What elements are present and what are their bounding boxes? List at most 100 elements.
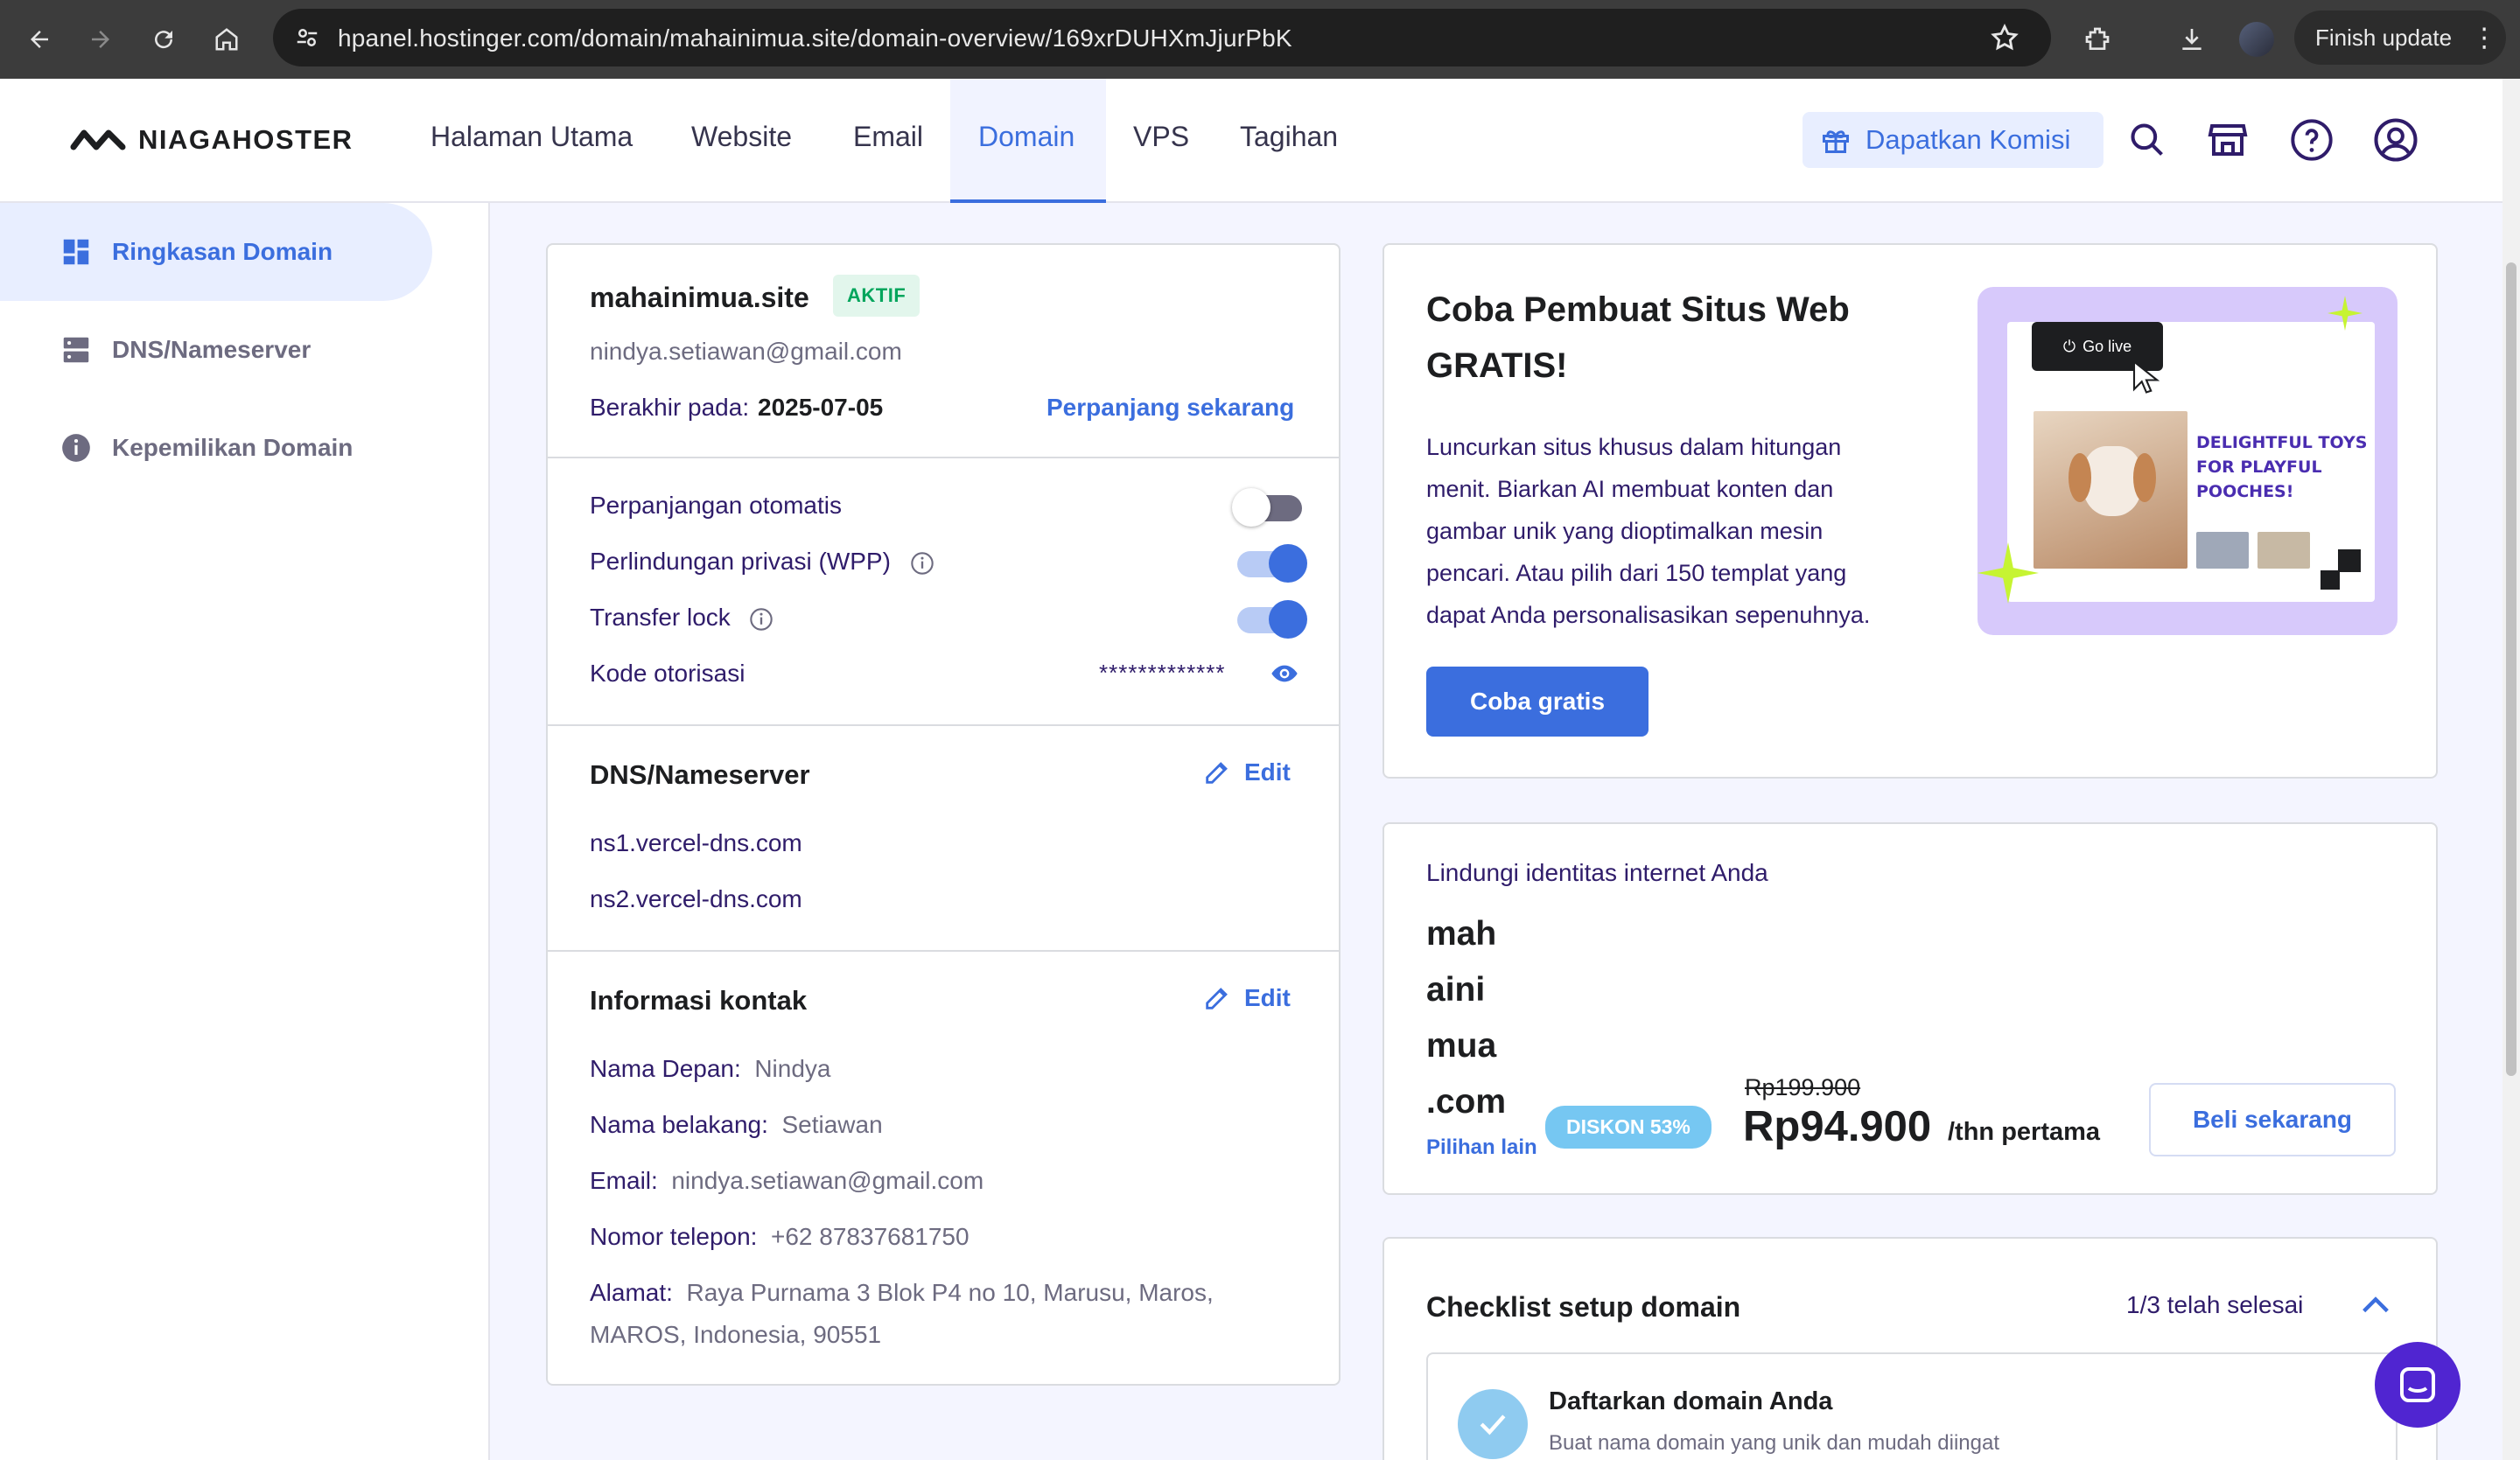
checklist-title: Checklist setup domain xyxy=(1426,1291,1741,1323)
checklist-item[interactable]: Daftarkan domain Anda Buat nama domain y… xyxy=(1426,1352,2398,1460)
nameserver-1: ns1.vercel-dns.com xyxy=(590,829,802,856)
back-icon[interactable] xyxy=(19,19,60,59)
other-options-link[interactable]: Pilihan lain xyxy=(1426,1135,1537,1160)
info-icon[interactable] xyxy=(749,607,774,636)
auth-code-label: Kode otorisasi xyxy=(590,660,746,687)
site-settings-icon[interactable] xyxy=(294,24,320,55)
download-icon[interactable] xyxy=(2172,19,2212,59)
buy-now-button[interactable]: Beli sekarang xyxy=(2149,1083,2396,1156)
help-icon[interactable] xyxy=(2287,115,2336,164)
sidebar-item-dns-nameserver[interactable]: DNS/Nameserver xyxy=(0,301,432,399)
page-scrollbar[interactable] xyxy=(2502,79,2520,1460)
sparkle-icon xyxy=(1978,542,2039,604)
transfer-lock-label: Transfer lock xyxy=(590,604,731,631)
promo-desc-line: dapat Anda personalisasikan sepenuhnya. xyxy=(1426,602,1871,628)
sidebar-item-ringkasan-domain[interactable]: Ringkasan Domain xyxy=(0,203,432,301)
home-icon[interactable] xyxy=(206,19,247,59)
domain-setup-checklist-card: Checklist setup domain 1/3 telah selesai… xyxy=(1382,1237,2438,1460)
url-text[interactable]: hpanel.hostinger.com/domain/mahainimua.s… xyxy=(338,24,1292,52)
sparkle-icon xyxy=(2328,296,2362,331)
server-icon xyxy=(63,337,89,363)
auto-renew-toggle[interactable] xyxy=(1232,488,1302,527)
field-value: Nindya xyxy=(754,1055,831,1082)
decor-square xyxy=(2320,570,2340,590)
field-value: +62 87837681750 xyxy=(771,1223,970,1250)
commission-label: Dapatkan Komisi xyxy=(1866,124,2071,155)
status-badge: AKTIF xyxy=(833,275,920,317)
nav-tagihan[interactable]: Tagihan xyxy=(1240,121,1338,153)
cursor-icon xyxy=(2132,360,2160,394)
divider xyxy=(548,724,1339,726)
checklist-item-desc: Buat nama domain yang unik dan mudah dii… xyxy=(1549,1431,2000,1455)
offer-period: /thn pertama xyxy=(1948,1118,2101,1146)
divider xyxy=(548,950,1339,952)
dog-photo xyxy=(2034,411,2188,569)
forward-icon[interactable] xyxy=(80,19,121,59)
chevron-up-icon[interactable] xyxy=(2356,1288,2396,1327)
checklist-item-title: Daftarkan domain Anda xyxy=(1549,1387,1833,1415)
auto-renew-label: Perpanjangan otomatis xyxy=(590,492,842,519)
contact-phone: Nomor telepon: +62 87837681750 xyxy=(590,1223,970,1251)
nav-domain[interactable]: Domain xyxy=(978,121,1074,153)
scrollbar-thumb[interactable] xyxy=(2506,262,2516,1076)
promo-title-line2: GRATIS! xyxy=(1426,346,1568,385)
commission-button[interactable]: Dapatkan Komisi xyxy=(1802,112,2104,168)
niagahoster-logo-icon xyxy=(70,129,126,150)
transfer-lock-toggle[interactable] xyxy=(1237,600,1307,639)
website-builder-illustration: DELIGHTFUL TOYS FOR PLAYFUL POOCHES! ⏻ G… xyxy=(1978,287,2398,635)
domain-overview-card: mahainimua.site AKTIF nindya.setiawan@gm… xyxy=(546,243,1340,1386)
dns-edit-button[interactable]: Edit xyxy=(1202,758,1291,787)
field-value: Setiawan xyxy=(781,1111,883,1138)
account-icon[interactable] xyxy=(2371,115,2420,164)
pencil-icon xyxy=(1206,762,1228,784)
offer-domain-part: aini xyxy=(1426,971,1486,1009)
profile-avatar[interactable] xyxy=(2236,19,2277,59)
info-icon xyxy=(62,434,90,462)
promo-desc-line: Luncurkan situs khusus dalam hitungan xyxy=(1426,434,1842,460)
address-bar[interactable]: hpanel.hostinger.com/domain/mahainimua.s… xyxy=(273,9,2051,66)
privacy-protection-toggle[interactable] xyxy=(1237,544,1307,583)
chat-icon xyxy=(2400,1367,2435,1402)
field-label: Email: xyxy=(590,1167,658,1194)
offer-domain-part: mah xyxy=(1426,915,1497,953)
edit-label: Edit xyxy=(1244,984,1291,1011)
power-icon: ⏻ xyxy=(2062,337,2076,355)
chat-support-button[interactable] xyxy=(2375,1342,2460,1428)
reload-icon[interactable] xyxy=(144,19,184,59)
pencil-icon xyxy=(1206,988,1228,1009)
sidebar-item-kepemilikan-domain[interactable]: Kepemilikan Domain xyxy=(0,399,432,497)
illustration-headline: DELIGHTFUL TOYS FOR PLAYFUL POOCHES! xyxy=(2196,430,2367,504)
contact-email: Email: nindya.setiawan@gmail.com xyxy=(590,1167,984,1195)
promo-desc-line: pencari. Atau pilih dari 150 templat yan… xyxy=(1426,560,1847,586)
checklist-progress: 1/3 telah selesai xyxy=(2126,1291,2304,1318)
contact-edit-button[interactable]: Edit xyxy=(1202,983,1291,1013)
headline-line: POOCHES! xyxy=(2196,482,2294,501)
finish-update-button[interactable]: Finish update ⋮ xyxy=(2294,10,2506,65)
field-label: Nama belakang: xyxy=(590,1111,768,1138)
expires-value: 2025-07-05 xyxy=(758,394,884,421)
nav-website[interactable]: Website xyxy=(691,121,792,153)
search-icon[interactable] xyxy=(2123,115,2172,164)
extensions-icon[interactable] xyxy=(2077,19,2118,59)
promo-desc-line: menit. Biarkan AI membuat konten dan xyxy=(1426,476,1834,502)
try-free-button[interactable]: Coba gratis xyxy=(1426,667,1648,737)
nav-halaman-utama[interactable]: Halaman Utama xyxy=(430,121,633,153)
store-icon[interactable] xyxy=(2203,115,2252,164)
logo[interactable]: NIAGAHOSTER xyxy=(70,124,354,156)
nameserver-2: ns2.vercel-dns.com xyxy=(590,885,802,912)
contact-first-name: Nama Depan: Nindya xyxy=(590,1055,831,1083)
toy-thumbnail xyxy=(2258,532,2310,569)
nav-email[interactable]: Email xyxy=(853,121,923,153)
contact-address-line2: MAROS, Indonesia, 90551 xyxy=(590,1321,882,1348)
bookmark-star-icon[interactable] xyxy=(1990,23,2020,57)
contact-last-name: Nama belakang: Setiawan xyxy=(590,1111,883,1139)
divider xyxy=(548,457,1339,458)
sidebar-item-label: Kepemilikan Domain xyxy=(112,434,354,461)
promo-desc-line: gambar unik yang dioptimalkan mesin xyxy=(1426,518,1824,544)
eye-icon[interactable] xyxy=(1269,660,1300,692)
renew-link[interactable]: Perpanjang sekarang xyxy=(1046,394,1294,422)
offer-price: Rp94.900 xyxy=(1743,1103,1932,1150)
info-icon[interactable] xyxy=(910,551,934,580)
nav-vps[interactable]: VPS xyxy=(1133,121,1189,153)
offer-heading: Lindungi identitas internet Anda xyxy=(1426,859,1768,886)
